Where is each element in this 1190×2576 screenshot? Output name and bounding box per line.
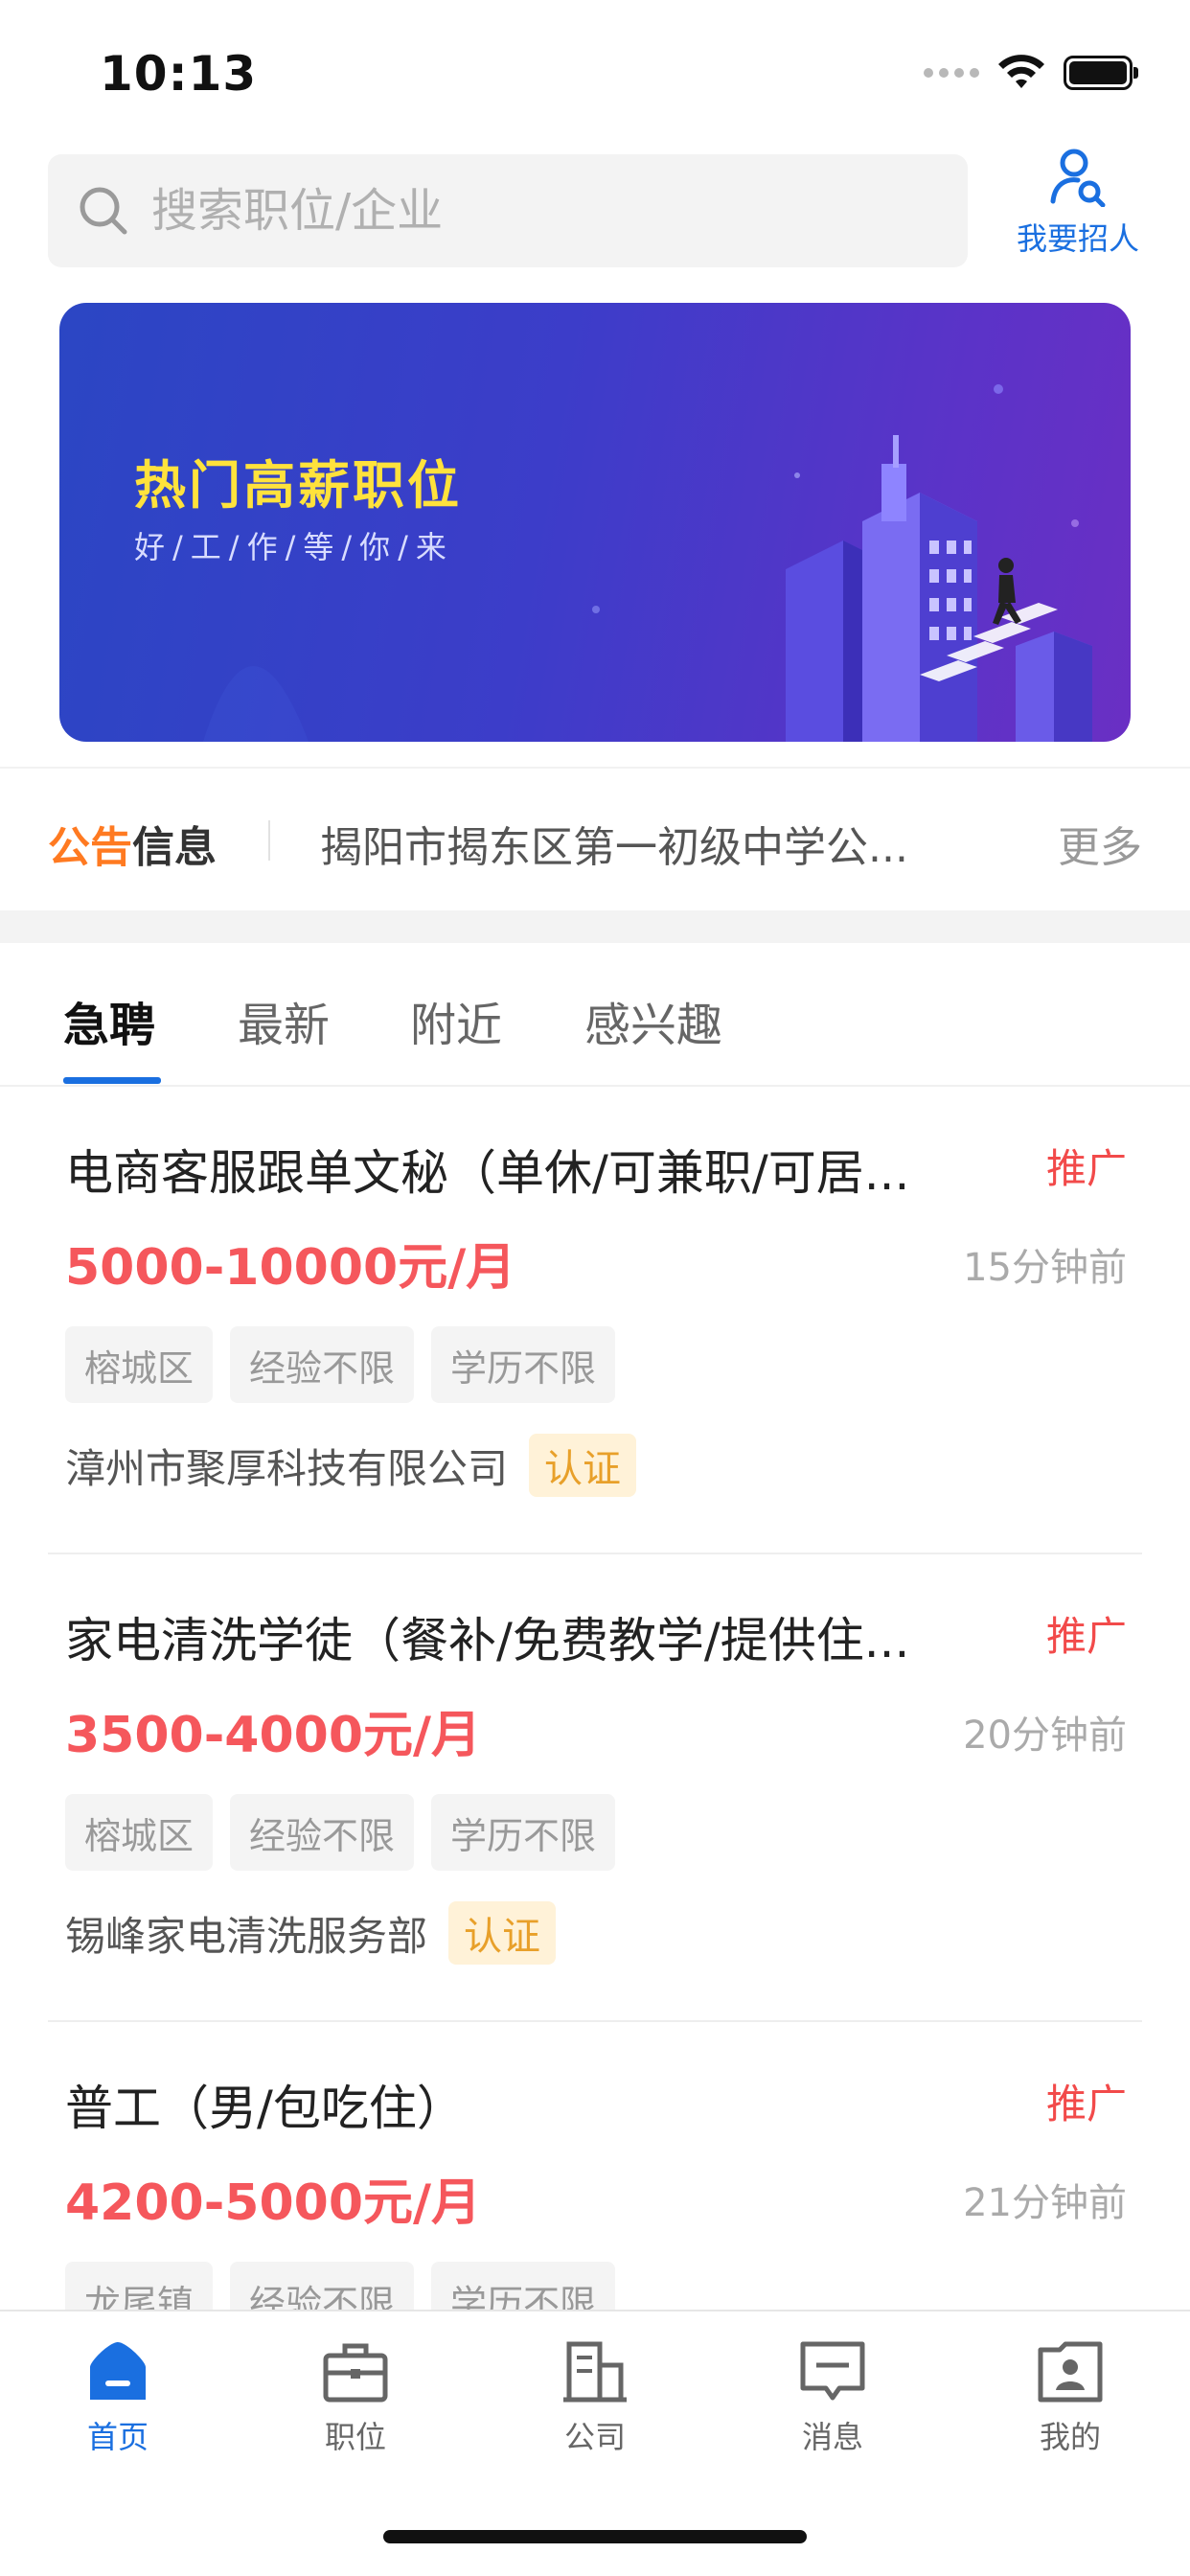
job-salary: 4200-5000元/月 <box>65 2174 482 2232</box>
banner-subtitle: 好/工/作/等/你/来 <box>134 529 454 565</box>
job-card[interactable]: 家电清洗学徒（餐补/免费教学/提供住... 推广 3500-4000元/月 20… <box>48 1554 1142 2022</box>
notice-text[interactable]: 揭阳市揭东区第一初级中学公... <box>320 813 972 874</box>
banner-title: 热门高薪职位 <box>134 455 462 516</box>
nav-label: 消息 <box>801 2419 863 2455</box>
job-tags: 龙尾镇 经验不限 学历不限 <box>65 2262 616 2310</box>
job-tabs: 急聘 最新 附近 感兴趣 <box>0 943 1190 1087</box>
promo-badge: 推广 <box>1045 1145 1127 1192</box>
job-time: 21分钟前 <box>963 2181 1127 2225</box>
job-tag: 经验不限 <box>230 2262 415 2310</box>
nav-label: 我的 <box>1039 2419 1101 2455</box>
notice-label: 公告信息 <box>48 813 217 874</box>
job-tag: 学历不限 <box>431 1794 616 1871</box>
job-tag: 榕城区 <box>65 1326 214 1403</box>
job-tag: 龙尾镇 <box>65 2262 214 2310</box>
job-card[interactable]: 电商客服跟单文秘（单休/可兼职/可居... 推广 5000-10000元/月 1… <box>48 1087 1142 1554</box>
city-illustration <box>786 435 1092 742</box>
status-time: 10:13 <box>100 46 258 102</box>
recruit-button[interactable]: 我要招人 <box>1006 148 1150 259</box>
verified-badge: 认证 <box>448 1901 557 1965</box>
job-salary: 3500-4000元/月 <box>65 1707 482 1764</box>
nav-messages[interactable]: 消息 <box>737 2336 928 2457</box>
job-title: 家电清洗学徒（餐补/免费教学/提供住... <box>65 1613 910 1668</box>
job-tag: 学历不限 <box>431 1326 616 1403</box>
nav-jobs[interactable]: 职位 <box>260 2336 451 2457</box>
recruit-user-icon <box>1050 149 1106 207</box>
wifi-icon <box>998 55 1044 88</box>
status-icons <box>924 54 1138 92</box>
promo-badge: 推广 <box>1045 1613 1127 1660</box>
recruit-label: 我要招人 <box>1016 220 1139 257</box>
job-tag: 学历不限 <box>431 2262 616 2310</box>
job-company: 锡峰家电清洗服务部 认证 <box>65 1901 557 1965</box>
tab-active-indicator <box>63 1077 161 1084</box>
job-salary: 5000-10000元/月 <box>65 1239 516 1297</box>
status-bar: 10:13 <box>0 0 1190 144</box>
battery-icon <box>1064 56 1138 90</box>
tab-interested[interactable]: 感兴趣 <box>584 987 722 1054</box>
promo-badge: 推广 <box>1045 2081 1127 2128</box>
job-company: 漳州市聚厚科技有限公司 认证 <box>65 1434 637 1497</box>
search-box[interactable] <box>48 154 968 267</box>
nav-label: 公司 <box>563 2419 626 2455</box>
job-card[interactable]: 普工（男/包吃住） 推广 4200-5000元/月 21分钟前 龙尾镇 经验不限… <box>48 2022 1142 2310</box>
tab-nearby[interactable]: 附近 <box>410 987 502 1054</box>
job-list: 电商客服跟单文秘（单休/可兼职/可居... 推广 5000-10000元/月 1… <box>0 1087 1190 2310</box>
promo-banner[interactable]: 热门高薪职位 好/工/作/等/你/来 <box>59 303 1131 742</box>
nav-label: 首页 <box>86 2419 149 2455</box>
verified-badge: 认证 <box>529 1434 637 1497</box>
nav-profile[interactable]: 我的 <box>974 2336 1166 2457</box>
nav-label: 职位 <box>324 2419 386 2455</box>
job-time: 15分钟前 <box>963 1246 1127 1290</box>
company-name: 漳州市聚厚科技有限公司 <box>65 1444 509 1492</box>
company-name: 锡峰家电清洗服务部 <box>65 1912 428 1960</box>
notice-more-link[interactable]: 更多 <box>1058 813 1142 874</box>
job-tag: 经验不限 <box>230 1794 415 1871</box>
nav-company[interactable]: 公司 <box>499 2336 691 2457</box>
message-icon <box>800 2341 865 2401</box>
job-tag: 经验不限 <box>230 1326 415 1403</box>
section-divider <box>0 910 1190 943</box>
notice-divider <box>268 820 270 861</box>
briefcase-icon <box>323 2343 388 2403</box>
notice-bar[interactable]: 公告信息 揭阳市揭东区第一初级中学公... 更多 <box>0 767 1190 910</box>
job-time: 20分钟前 <box>963 1714 1127 1758</box>
job-tags: 榕城区 经验不限 学历不限 <box>65 1794 616 1871</box>
job-tag: 榕城区 <box>65 1794 214 1871</box>
job-tags: 榕城区 经验不限 学历不限 <box>65 1326 616 1403</box>
tab-latest[interactable]: 最新 <box>238 987 330 1054</box>
profile-icon <box>1038 2341 1103 2403</box>
nav-home[interactable]: 首页 <box>22 2336 214 2457</box>
notice-label-part1: 公告 <box>48 823 132 872</box>
job-title: 电商客服跟单文秘（单休/可兼职/可居... <box>65 1145 910 1201</box>
home-icon <box>90 2342 146 2400</box>
building-icon <box>563 2341 627 2403</box>
search-row: 我要招人 <box>48 148 1150 270</box>
search-icon <box>80 187 127 235</box>
job-title: 普工（男/包吃住） <box>65 2081 465 2136</box>
signal-icon <box>924 68 979 78</box>
home-indicator <box>383 2530 807 2543</box>
search-input[interactable] <box>151 184 937 238</box>
tab-urgent[interactable]: 急聘 <box>63 987 155 1054</box>
notice-label-part2: 信息 <box>132 823 217 872</box>
